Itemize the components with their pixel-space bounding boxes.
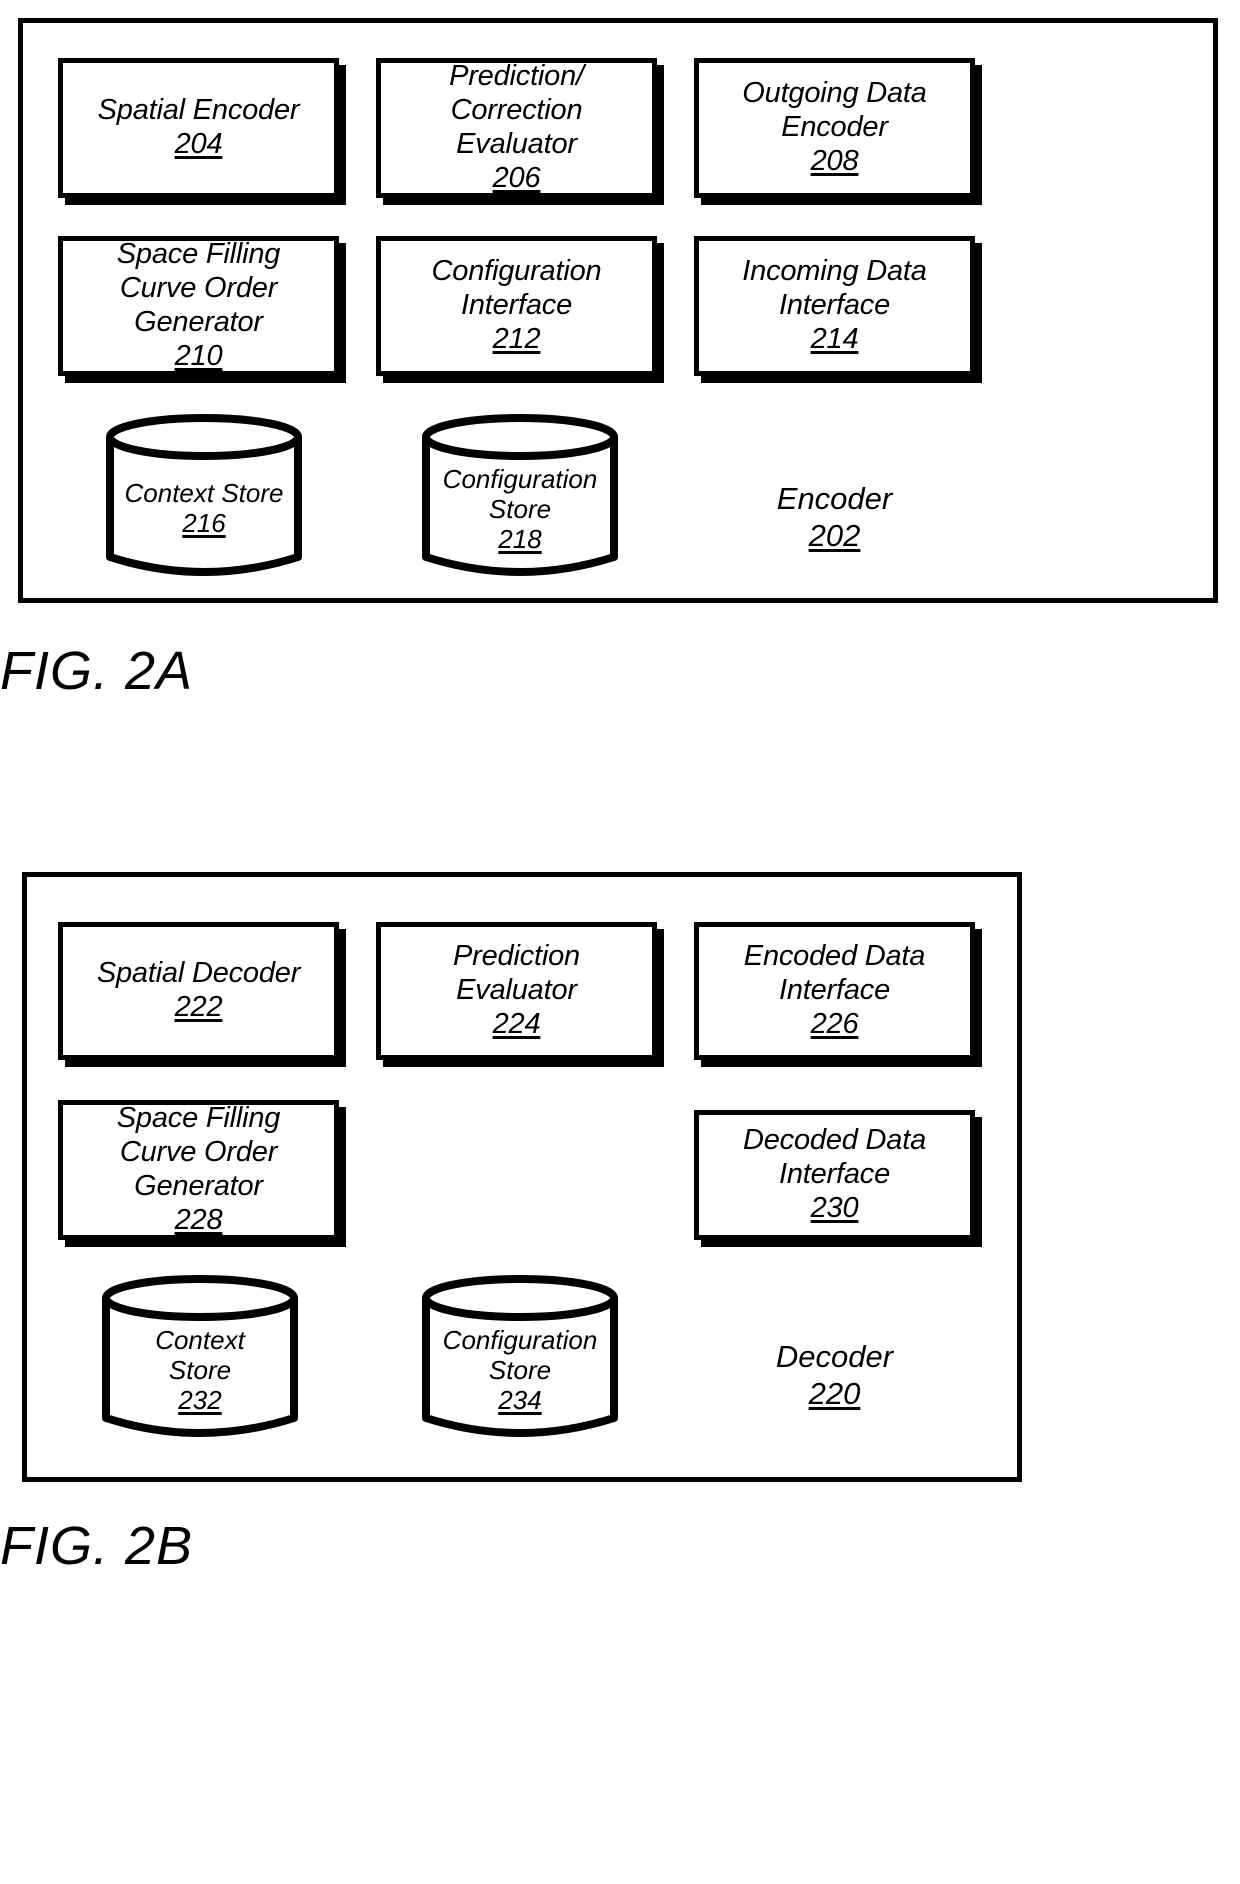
block-decoded-data-interface-230-text: Decoded Data Interface 230 [699, 1124, 970, 1226]
block-prediction-evaluator-224-text: Prediction Evaluator 224 [381, 940, 652, 1042]
block-space-filling-curve-order-generator-210[interactable]: Space Filling Curve Order Generator 210 [58, 236, 339, 376]
reference-numeral: 228 [174, 1203, 223, 1236]
datastore-context-store-216[interactable]: Context Store 216 [104, 414, 304, 577]
reference-numeral: 206 [492, 161, 541, 194]
label-line: Interface [460, 289, 573, 322]
label-line: Space Filling [116, 1102, 281, 1135]
reference-numeral: 204 [174, 128, 223, 160]
reference-numeral: 214 [810, 322, 859, 355]
datastore-configuration-store-218[interactable]: Configuration Store 218 [420, 414, 620, 577]
block-incoming-data-interface-214[interactable]: Incoming Data Interface 214 [694, 236, 975, 376]
label-line: Interface [778, 974, 891, 1007]
label-line: Evaluator [456, 128, 577, 160]
cylinder-icon [106, 414, 302, 576]
block-spatial-decoder-222[interactable]: Spatial Decoder 222 [58, 922, 339, 1060]
patent-figure-sheet: Spatial Encoder 204 Prediction/ Correcti… [0, 0, 1240, 1884]
block-prediction-correction-evaluator-206[interactable]: Prediction/ Correction Evaluator 206 [376, 58, 657, 198]
block-space-filling-curve-order-generator-228[interactable]: Space Filling Curve Order Generator 228 [58, 1100, 339, 1240]
block-incoming-data-interface-214-text: Incoming Data Interface 214 [699, 255, 970, 357]
label-line: Curve Order [119, 1136, 278, 1169]
reference-numeral: 224 [492, 1007, 541, 1040]
label-line: Interface [778, 1158, 891, 1191]
block-outgoing-data-encoder-208[interactable]: Outgoing Data Encoder 208 [694, 58, 975, 198]
block-encoded-data-interface-226[interactable]: Encoded Data Interface 226 [694, 922, 975, 1060]
label-line: Outgoing Data [742, 77, 927, 110]
label-line: Evaluator [456, 974, 577, 1007]
encoder-container-label-202: Encoder 202 [694, 480, 975, 554]
block-spatial-decoder-222-text: Spatial Decoder 222 [63, 957, 334, 1025]
label-line: Encoded Data [743, 940, 926, 973]
label-line: Spatial Encoder [97, 94, 300, 127]
block-space-filling-curve-order-generator-228-text: Space Filling Curve Order Generator 228 [63, 1102, 334, 1238]
label-line: Decoded Data [743, 1124, 926, 1157]
label-line: Interface [778, 289, 891, 322]
block-encoded-data-interface-226-text: Encoded Data Interface 226 [699, 940, 970, 1042]
block-configuration-interface-212[interactable]: Configuration Interface 212 [376, 236, 657, 376]
datastore-context-store-232[interactable]: Context Store 232 [100, 1275, 300, 1438]
block-prediction-correction-evaluator-206-text: Prediction/ Correction Evaluator 206 [381, 60, 652, 196]
reference-numeral: 226 [810, 1007, 859, 1040]
block-outgoing-data-encoder-208-text: Outgoing Data Encoder 208 [699, 77, 970, 179]
cylinder-icon [422, 1275, 618, 1437]
block-spatial-encoder-204[interactable]: Spatial Encoder 204 [58, 58, 339, 198]
block-prediction-evaluator-224[interactable]: Prediction Evaluator 224 [376, 922, 657, 1060]
label-line: Generator [134, 306, 263, 338]
label-line: Configuration [431, 255, 602, 288]
label-line: Space Filling [116, 238, 281, 271]
reference-numeral: 202 [808, 518, 861, 554]
reference-numeral: 220 [808, 1376, 861, 1412]
label-line: Prediction [453, 940, 580, 973]
reference-numeral: 210 [174, 339, 223, 372]
label-line: Generator [134, 1170, 263, 1202]
label-line: Encoder [776, 481, 893, 516]
reference-numeral: 222 [174, 991, 223, 1023]
block-configuration-interface-212-text: Configuration Interface 212 [381, 255, 652, 357]
reference-numeral: 230 [810, 1191, 859, 1224]
reference-numeral: 208 [810, 144, 859, 177]
label-line: Incoming Data [742, 255, 927, 288]
block-decoded-data-interface-230[interactable]: Decoded Data Interface 230 [694, 1110, 975, 1240]
block-space-filling-curve-order-generator-210-text: Space Filling Curve Order Generator 210 [63, 238, 334, 374]
reference-numeral: 212 [492, 322, 541, 355]
cylinder-icon [422, 414, 618, 576]
datastore-configuration-store-234[interactable]: Configuration Store 234 [420, 1275, 620, 1438]
label-line: Encoder [781, 111, 888, 144]
cylinder-icon [102, 1275, 298, 1437]
label-line: Correction [450, 94, 583, 127]
label-line: Curve Order [119, 272, 278, 305]
decoder-container-label-220: Decoder 220 [694, 1338, 975, 1412]
block-spatial-encoder-204-text: Spatial Encoder 204 [63, 94, 334, 162]
label-line: Decoder [775, 1339, 894, 1374]
label-line: Prediction/ [449, 60, 584, 93]
label-line: Spatial Decoder [96, 957, 301, 990]
